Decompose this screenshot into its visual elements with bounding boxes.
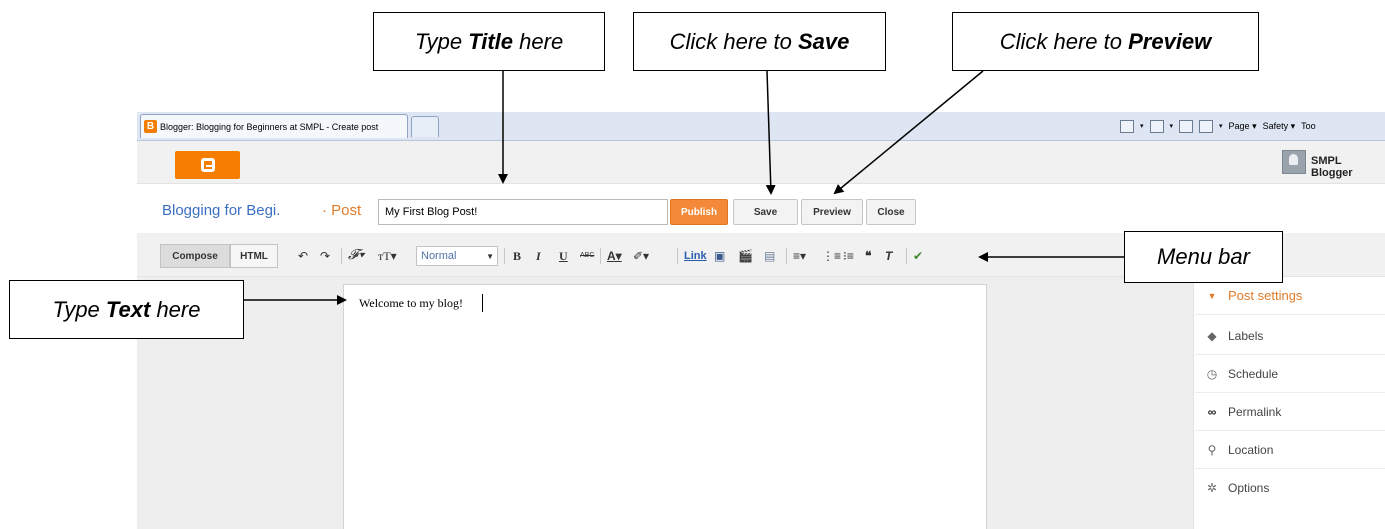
arrow-to-preview xyxy=(833,70,984,195)
annotation-arrows xyxy=(244,70,1124,305)
arrow-to-save xyxy=(765,70,776,195)
